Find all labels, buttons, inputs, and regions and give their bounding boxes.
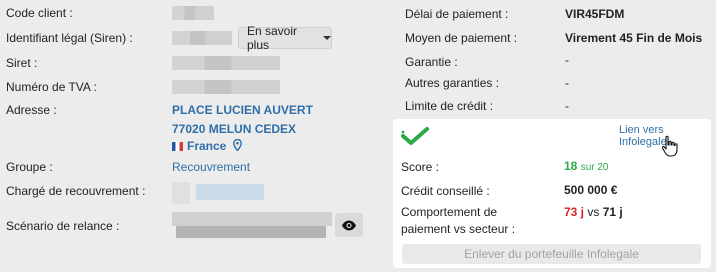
remove-from-portfolio-button[interactable]: Enlever du portefeuille Infolegale <box>402 244 701 264</box>
tva-label: Numéro de TVA : <box>6 80 97 94</box>
credit-limit-value: - <box>565 99 569 113</box>
payment-delay-label: Délai de paiement : <box>405 7 509 21</box>
collector-label: Chargé de recouvrement : <box>6 184 146 198</box>
country-name: France <box>187 139 227 153</box>
scenario-value-redacted-1 <box>172 212 332 226</box>
advised-credit-label: Crédit conseillé : <box>401 184 490 198</box>
siret-label: Siret : <box>6 56 38 70</box>
code-client-label: Code client : <box>6 6 73 20</box>
view-scenario-button[interactable] <box>335 213 363 237</box>
tva-value-redacted <box>172 80 280 94</box>
guarantee-value: - <box>565 53 569 67</box>
guarantee-label: Garantie : <box>405 55 458 69</box>
score-suffix: sur 20 <box>580 162 609 173</box>
credit-limit-label: Limite de crédit : <box>405 99 494 113</box>
address-label: Adresse : <box>6 103 57 117</box>
payment-behavior-value: 73 j vs 71 j <box>564 205 623 219</box>
payment-behavior-label-line-1: Comportement de <box>401 205 498 219</box>
eye-icon <box>342 220 356 230</box>
chevron-down-icon <box>323 36 331 40</box>
scenario-label: Scénario de relance : <box>6 219 120 233</box>
siren-value-redacted <box>172 31 232 45</box>
other-guarantees-label: Autres garanties : <box>405 76 500 90</box>
group-value-link[interactable]: Recouvrement <box>172 160 250 174</box>
check-icon <box>401 127 429 145</box>
scenario-value-redacted-2 <box>176 226 326 238</box>
code-client-value-redacted <box>172 6 214 20</box>
other-guarantees-value: - <box>565 76 569 90</box>
collector-avatar-redacted <box>172 182 190 204</box>
sector-delay-days: 71 j <box>602 205 623 219</box>
group-label: Groupe : <box>6 160 53 174</box>
address-line-1: PLACE LUCIEN AUVERT <box>172 103 313 117</box>
payment-method-value: Virement 45 Fin de Mois <box>565 31 703 45</box>
score-value: 18 sur 20 <box>564 159 609 173</box>
collector-name-redacted <box>196 184 264 200</box>
payment-behavior-label-line-2: paiement vs secteur : <box>401 222 516 236</box>
infolegale-card: Lien vers Infolegale Score : 18 sur 20 C… <box>393 119 711 268</box>
more-info-button[interactable]: En savoir plus <box>238 24 332 52</box>
advised-credit-value: 500 000 € <box>564 183 618 197</box>
hand-cursor-icon <box>661 135 678 157</box>
map-pin-icon <box>232 138 242 152</box>
payment-behavior-label: Comportement de paiement vs secteur : <box>401 204 515 238</box>
siren-label: Identifiant légal (Siren) : <box>6 31 133 45</box>
versus-text: vs <box>587 205 600 219</box>
flag-france-icon <box>172 142 183 151</box>
score-number: 18 <box>564 159 578 173</box>
address-country[interactable]: France <box>172 138 242 153</box>
remove-from-portfolio-label: Enlever du portefeuille Infolegale <box>464 247 639 261</box>
address-line-2: 77020 MELUN CEDEX <box>172 122 297 136</box>
payment-method-label: Moyen de paiement : <box>405 31 518 45</box>
more-info-label: En savoir plus <box>247 24 298 52</box>
payment-delay-value: VIR45FDM <box>565 7 625 21</box>
payment-delay-days: 73 j <box>564 205 585 219</box>
siret-value-redacted <box>172 56 280 70</box>
score-label: Score : <box>401 160 440 174</box>
